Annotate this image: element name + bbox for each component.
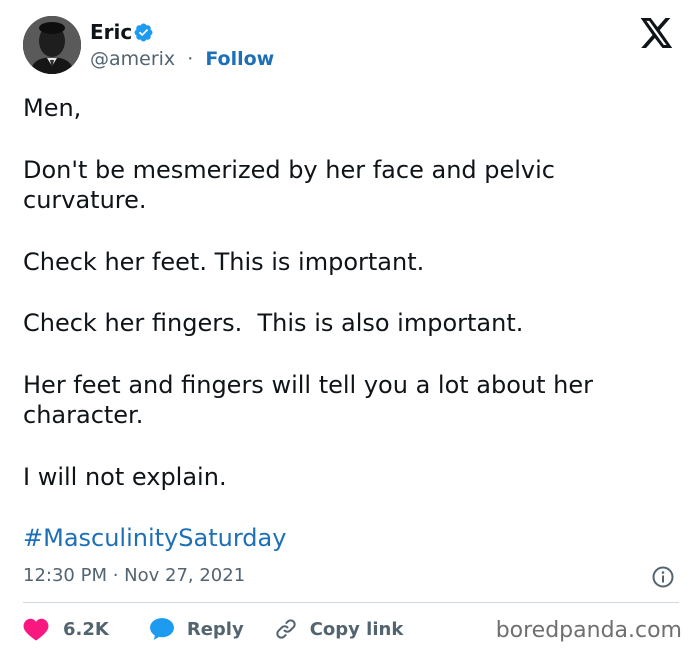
tweet-text: Men, Don't be mesmerized by her face and…: [23, 93, 673, 492]
tweet-line: Men,: [23, 94, 82, 122]
watermark: boredpanda.com: [495, 618, 682, 643]
copy-link-label: Copy link: [309, 618, 404, 640]
avatar[interactable]: [23, 16, 81, 74]
link-icon: [276, 619, 296, 639]
tweet-line: Check her feet. This is important.: [23, 247, 425, 276]
avatar-photo: [23, 16, 81, 74]
tweet-line: curvature.: [23, 186, 147, 214]
divider: [23, 602, 679, 603]
action-bar: 6.2K Reply Copy link: [23, 615, 403, 643]
verified-badge-icon: [134, 23, 153, 42]
follow-button[interactable]: Follow: [205, 48, 274, 70]
timestamp[interactable]: 12:30 PM · Nov 27, 2021: [23, 565, 245, 587]
heart-icon: [23, 618, 49, 641]
display-name[interactable]: Eric: [90, 20, 132, 44]
like-count: 6.2K: [63, 618, 109, 640]
tweet-line: Don't be mesmerized by her face and pelv…: [23, 155, 555, 184]
reply-label: Reply: [186, 618, 244, 640]
handle[interactable]: @amerix: [90, 48, 175, 70]
handle-separator: ·: [187, 48, 194, 70]
tweet-line: Her feet and fingers will tell you a lot…: [23, 370, 594, 399]
info-icon[interactable]: [651, 565, 675, 589]
handle-row: @amerix · Follow: [90, 47, 274, 71]
reply-bubble-icon: [149, 618, 174, 640]
tweet-card: Eric @amerix · Follow Men, Don't be mesm…: [0, 0, 700, 655]
tweet-line: I will not explain.: [23, 462, 227, 491]
tweet-line: Check her fingers. This is also importan…: [23, 309, 524, 337]
x-logo-icon[interactable]: [640, 18, 674, 48]
tweet-line: character.: [23, 401, 144, 429]
reply-button[interactable]: Reply: [149, 617, 244, 641]
like-button[interactable]: 6.2K: [23, 617, 109, 641]
hashtag-link[interactable]: #MasculinitySaturday: [23, 523, 286, 553]
copy-link-button[interactable]: Copy link: [274, 617, 404, 641]
